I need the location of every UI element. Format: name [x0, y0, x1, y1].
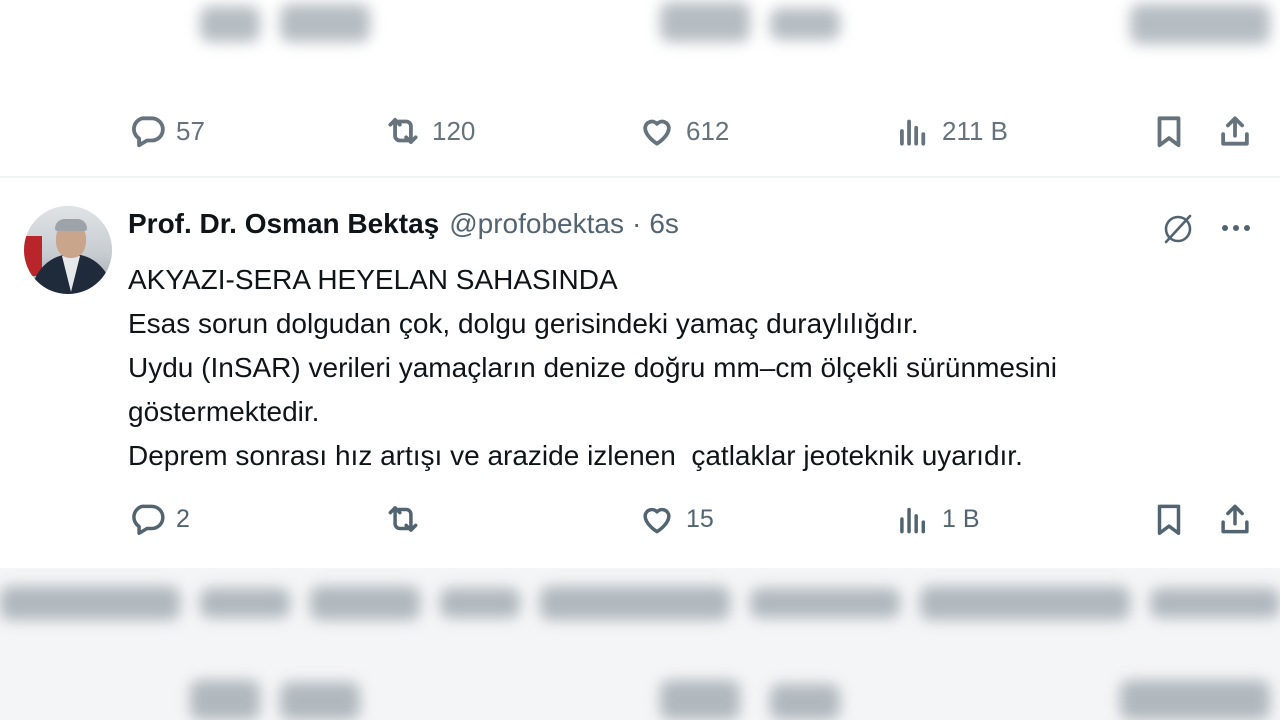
reply-count: 2: [176, 504, 190, 533]
views-icon: [900, 507, 926, 534]
heart-icon: [643, 119, 671, 146]
more-icon: [1222, 225, 1228, 231]
tweet[interactable]: Prof. Dr. Osman Bektaş @profobektas · 6s…: [0, 178, 1280, 568]
blurred-previous-content: [0, 0, 1280, 90]
views-button[interactable]: 1 B: [894, 500, 980, 538]
grok-icon: [1164, 214, 1192, 244]
previous-tweet-action-bar: 57 120 612 211 B: [0, 112, 1280, 152]
avatar[interactable]: [24, 206, 112, 294]
grok-button[interactable]: [1158, 208, 1198, 248]
views-count: 211 B: [942, 115, 1009, 146]
heart-icon: [643, 507, 671, 534]
share-button[interactable]: [1216, 112, 1254, 150]
repost-icon: [388, 506, 418, 532]
share-icon: [1221, 116, 1249, 146]
reply-button[interactable]: 57: [128, 112, 205, 150]
tweet-line: göstermektedir.: [128, 396, 320, 427]
views-button[interactable]: 211 B: [894, 112, 1008, 150]
bookmark-button[interactable]: [1150, 112, 1188, 150]
views-count: 1 B: [942, 504, 980, 533]
reply-count: 57: [176, 115, 205, 146]
tweet-header: Prof. Dr. Osman Bektaş @profobektas · 6s: [128, 208, 679, 240]
repost-icon: [388, 118, 418, 144]
reply-icon: [132, 504, 165, 535]
header-separator: ·: [631, 208, 642, 239]
bookmark-icon: [1157, 116, 1181, 148]
views-icon: [900, 119, 926, 146]
more-button[interactable]: [1216, 212, 1256, 244]
author-name[interactable]: Prof. Dr. Osman Bektaş: [128, 208, 439, 240]
tweet-line: AKYAZI-SERA HEYELAN SAHASINDA: [128, 264, 618, 295]
reply-icon: [132, 116, 165, 148]
blurred-following-content: [0, 572, 1280, 642]
tweet-action-bar: 2 15 1 B: [0, 500, 1280, 540]
repost-count: 120: [432, 115, 476, 146]
reply-button[interactable]: 2: [128, 500, 190, 538]
tweet-time[interactable]: 6s: [649, 208, 679, 240]
tweet-text: AKYAZI-SERA HEYELAN SAHASINDA Esas sorun…: [128, 258, 1258, 478]
blurred-following-icons: [0, 650, 1280, 720]
tweet-line: Esas sorun dolgudan çok, dolgu gerisinde…: [128, 308, 919, 339]
share-button[interactable]: [1216, 500, 1254, 538]
tweet-line: Uydu (InSAR) verileri yamaçların denize …: [128, 352, 1057, 383]
bookmark-button[interactable]: [1150, 500, 1188, 538]
like-count: 612: [686, 115, 730, 146]
share-icon: [1221, 504, 1249, 534]
bookmark-icon: [1157, 504, 1181, 535]
tweet-line: Deprem sonrası hız artışı ve arazide izl…: [128, 440, 1023, 471]
repost-button[interactable]: [384, 500, 432, 538]
repost-button[interactable]: 120: [384, 112, 475, 150]
like-count: 15: [686, 504, 714, 533]
like-button[interactable]: 612: [638, 112, 729, 150]
like-button[interactable]: 15: [638, 500, 714, 538]
author-handle[interactable]: @profobektas: [449, 208, 624, 240]
